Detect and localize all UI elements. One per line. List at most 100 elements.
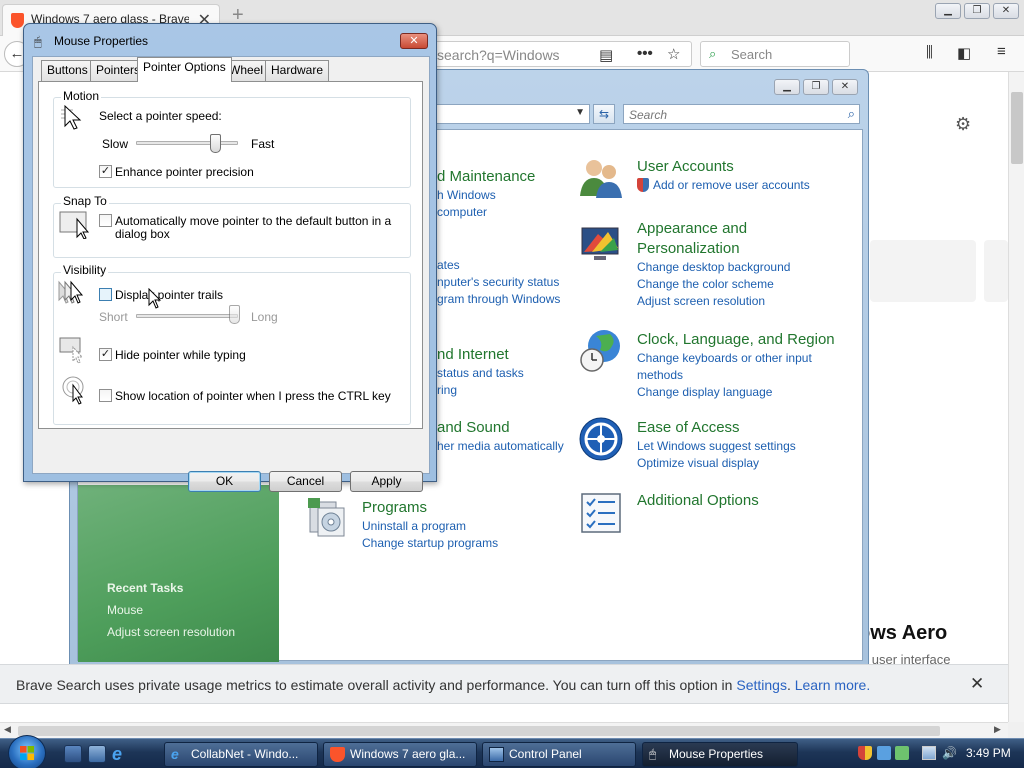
category-title[interactable]: nd Internet — [437, 345, 524, 365]
category-link[interactable]: Uninstall a program — [362, 518, 498, 535]
trails-short-label: Short — [99, 310, 128, 324]
sidebar-icon[interactable]: ◧ — [957, 44, 971, 62]
category-link[interactable]: status and tasks — [437, 365, 524, 382]
taskbar-button[interactable]: Windows 7 aero gla... — [323, 742, 477, 767]
dialog-close-button[interactable]: ✕ — [400, 33, 428, 49]
category-link[interactable]: Adjust screen resolution — [637, 293, 790, 310]
notification-bar: Brave Search uses private usage metrics … — [0, 664, 1008, 704]
taskbar-clock[interactable]: 3:49 PM — [966, 746, 1011, 760]
category-link[interactable]: Let Windows suggest settings — [637, 438, 796, 455]
cancel-button[interactable]: Cancel — [269, 471, 342, 492]
hide-pointer-typing-checkbox[interactable]: ✓ — [99, 348, 112, 361]
horizontal-scrollbar-thumb[interactable] — [18, 726, 940, 736]
security-shield-icon[interactable] — [858, 746, 872, 760]
maximize-window-button[interactable]: ❐ — [964, 3, 990, 19]
category-programs: Programs Uninstall a program Change star… — [362, 498, 498, 552]
taskbar-button[interactable]: e CollabNet - Windo... — [164, 742, 318, 767]
category-title[interactable]: and Sound — [437, 418, 564, 438]
category-link[interactable]: h Windows — [437, 187, 535, 204]
category-title[interactable]: User Accounts — [637, 157, 810, 177]
ok-button[interactable]: OK — [188, 471, 261, 492]
close-icon[interactable]: ✕ — [970, 674, 984, 694]
library-icon[interactable]: ⫼ — [926, 44, 933, 61]
learn-more-link[interactable]: Learn more. — [795, 677, 870, 693]
category-link[interactable]: ates — [437, 257, 560, 274]
horizontal-scrollbar[interactable]: ◀ ▶ — [0, 722, 1008, 738]
category-link[interactable]: Change desktop background — [637, 259, 790, 276]
enhance-precision-checkbox[interactable]: ✓ — [99, 165, 112, 178]
vertical-scrollbar[interactable] — [1008, 72, 1024, 722]
category-link[interactable]: Change display language — [637, 384, 835, 401]
user-accounts-icon — [580, 160, 622, 198]
apply-button[interactable]: Apply — [350, 471, 423, 492]
appearance-icon — [581, 227, 619, 260]
category-link[interactable]: computer — [437, 204, 535, 221]
scroll-right-icon[interactable]: ▶ — [994, 724, 1001, 735]
tab-hardware[interactable]: Hardware — [265, 60, 330, 81]
toolbar-search-box[interactable]: ⌕ Search — [700, 41, 850, 67]
brave-lion-icon — [330, 747, 345, 762]
cp-search-placeholder: Search — [629, 108, 668, 122]
refresh-button[interactable]: ⇆ — [593, 104, 615, 124]
category-title[interactable]: Appearance and Personalization — [637, 219, 757, 259]
cp-maximize-button[interactable]: ❐ — [803, 79, 829, 95]
category-additional-options: Additional Options — [637, 491, 759, 511]
category-title[interactable]: Clock, Language, and Region — [637, 330, 835, 350]
category-title[interactable]: Additional Options — [637, 491, 759, 511]
close-window-button[interactable]: ✕ — [993, 3, 1019, 19]
category-title[interactable]: Programs — [362, 498, 498, 518]
taskbar-button-active[interactable]: 🖱 Mouse Properties — [642, 742, 798, 767]
category-title[interactable]: d Maintenance — [437, 167, 535, 187]
category-link[interactable]: Change the color scheme — [637, 276, 790, 293]
hide-typing-icon — [59, 337, 84, 364]
recent-task-item[interactable]: Adjust screen resolution — [107, 625, 235, 639]
trail-length-slider-thumb[interactable] — [229, 305, 240, 324]
switch-windows-icon[interactable] — [88, 745, 106, 763]
cp-sidebar: Recent Tasks Mouse Adjust screen resolut… — [78, 485, 279, 662]
cp-search-input[interactable]: Search ⌕ — [623, 104, 860, 124]
category-link[interactable]: Change startup programs — [362, 535, 498, 552]
pointer-speed-slider[interactable] — [136, 141, 238, 145]
chevron-down-icon[interactable]: ▼ — [575, 107, 585, 118]
tray-app-icon[interactable] — [877, 746, 891, 760]
menu-icon[interactable]: ≡ — [997, 43, 1006, 60]
trail-length-slider[interactable] — [136, 314, 238, 318]
category-link[interactable]: nputer's security status — [437, 274, 560, 291]
category-link[interactable]: Add or remove user accounts — [637, 177, 810, 194]
taskbar-button[interactable]: Control Panel — [482, 742, 636, 767]
category-link[interactable]: her media automatically — [437, 438, 564, 455]
cp-minimize-button[interactable]: ▁ — [774, 79, 800, 95]
settings-link[interactable]: Settings — [736, 677, 787, 693]
result-card — [984, 240, 1008, 302]
clock-globe-icon — [580, 330, 620, 372]
search-icon[interactable]: ⌕ — [848, 106, 855, 122]
bookmark-star-icon[interactable]: ☆ — [667, 45, 680, 63]
auto-move-pointer-checkbox[interactable] — [99, 214, 112, 227]
reader-view-icon[interactable]: ▤ — [599, 46, 613, 64]
category-title[interactable]: Ease of Access — [637, 418, 796, 438]
cp-close-button[interactable]: ✕ — [832, 79, 858, 95]
volume-icon[interactable]: 🔊 — [942, 746, 957, 760]
start-button[interactable] — [8, 735, 46, 768]
tray-network-icon[interactable] — [895, 746, 909, 760]
vertical-scrollbar-thumb[interactable] — [1011, 92, 1023, 164]
internet-explorer-icon[interactable]: e — [112, 745, 130, 763]
pointer-speed-icon — [61, 104, 82, 130]
category-link[interactable]: gram through Windows — [437, 291, 560, 308]
category-link[interactable]: Change keyboards or other input methods — [637, 350, 817, 384]
tray-display-icon[interactable] — [922, 746, 936, 760]
show-pointer-ctrl-checkbox[interactable] — [99, 389, 112, 402]
minimize-window-button[interactable]: ▁ — [935, 3, 961, 19]
display-pointer-trails-checkbox[interactable] — [99, 288, 112, 301]
recent-task-item[interactable]: Mouse — [107, 603, 143, 617]
pointer-speed-slider-thumb[interactable] — [210, 134, 221, 153]
tab-buttons[interactable]: Buttons — [41, 60, 94, 81]
tab-pointer-options[interactable]: Pointer Options — [137, 57, 232, 82]
show-desktop-icon[interactable] — [64, 745, 82, 763]
gear-icon[interactable]: ⚙ — [955, 114, 971, 135]
more-actions-icon[interactable]: ••• — [637, 45, 653, 62]
category-system-maintenance: d Maintenance h Windows computer — [437, 167, 535, 221]
category-link[interactable]: ring — [437, 382, 524, 399]
category-link[interactable]: Optimize visual display — [637, 455, 796, 472]
scroll-left-icon[interactable]: ◀ — [4, 724, 11, 735]
